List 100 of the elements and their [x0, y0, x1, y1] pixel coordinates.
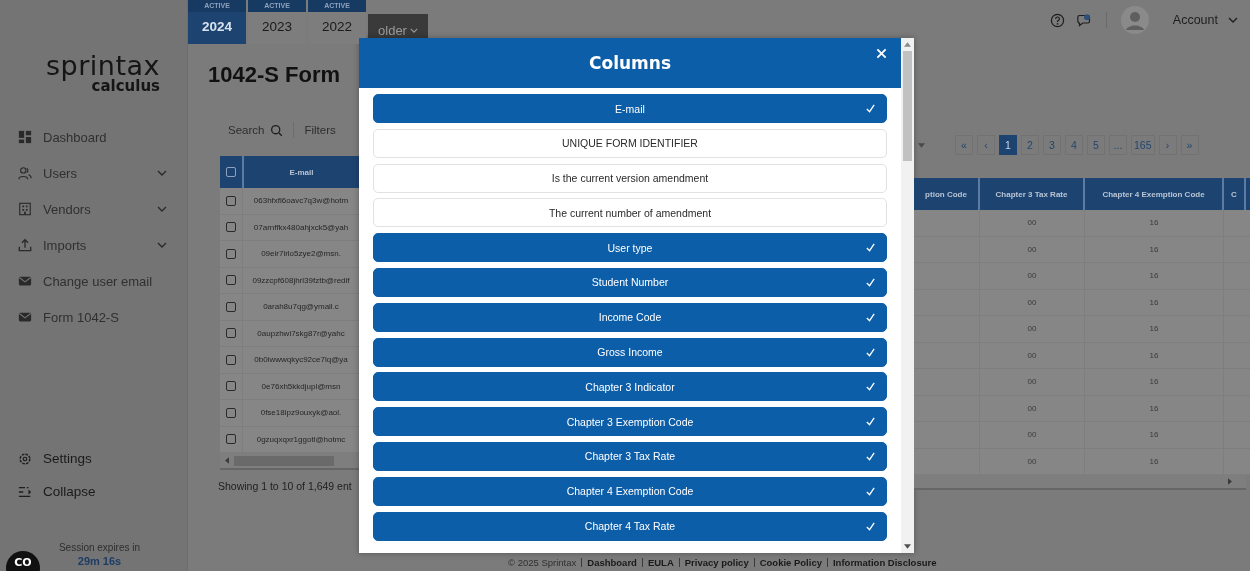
- scroll-right-icon[interactable]: [1228, 478, 1232, 485]
- select-all-checkbox[interactable]: [226, 167, 236, 177]
- page-button[interactable]: »: [1180, 135, 1199, 155]
- close-icon[interactable]: [876, 48, 887, 59]
- footer-link[interactable]: Privacy policy: [684, 556, 749, 568]
- check-icon: [865, 450, 876, 462]
- row-checkbox[interactable]: [226, 407, 236, 418]
- dialog-title: Columns: [589, 53, 671, 73]
- table-cell: 16: [1085, 289, 1224, 315]
- column-option[interactable]: Student Number: [373, 268, 887, 297]
- help-icon[interactable]: [1049, 12, 1065, 28]
- check-icon: [865, 416, 876, 428]
- nav-item[interactable]: Vendors: [0, 191, 187, 227]
- check-icon: [865, 103, 876, 114]
- grid-icon: [18, 130, 32, 144]
- search-button[interactable]: Search: [228, 124, 265, 136]
- column-option[interactable]: E-mail: [373, 94, 887, 123]
- table-cell-text: 0fse18ipz9ouxyk@aol.: [259, 407, 343, 420]
- page-button[interactable]: 1: [999, 135, 1017, 155]
- nav-item[interactable]: Collapse: [0, 475, 187, 508]
- caret-down-icon[interactable]: [918, 142, 925, 148]
- scroll-down-icon[interactable]: [904, 544, 911, 549]
- scroll-left-icon[interactable]: [225, 457, 229, 464]
- nav-item[interactable]: Users: [0, 155, 187, 191]
- table-cell: 16: [1085, 395, 1224, 421]
- table-cell: 16: [1085, 448, 1224, 474]
- footer-link[interactable]: Information Disclosure: [833, 556, 937, 568]
- column-option[interactable]: Is the current version amendment: [373, 163, 887, 193]
- row-checkbox[interactable]: [226, 381, 236, 392]
- page-button[interactable]: 165: [1131, 135, 1155, 155]
- column-option[interactable]: Income Code: [373, 302, 887, 332]
- nav-item[interactable]: Change user email: [0, 263, 187, 299]
- table-cell-text: 0b0iwwwqkyc92ce7lq@ya: [253, 354, 349, 367]
- search-icon[interactable]: [270, 123, 284, 137]
- users-icon: [18, 166, 32, 180]
- chat-widget-button[interactable]: CO: [6, 551, 40, 571]
- table-cell-text: 0arah8u7qg@ymail.c: [262, 301, 340, 314]
- row-checkbox[interactable]: [226, 195, 236, 206]
- check-icon: [865, 277, 876, 288]
- page-title: 1042-S Form: [208, 62, 342, 88]
- nav-item[interactable]: Imports: [0, 227, 187, 263]
- page-button[interactable]: ‹: [977, 135, 995, 155]
- footer-link[interactable]: EULA: [647, 556, 674, 568]
- chat-icon[interactable]: [1076, 12, 1092, 28]
- row-checkbox[interactable]: [226, 354, 236, 365]
- envelope-icon: [18, 310, 32, 324]
- column-option[interactable]: Chapter 4 Exemption Code: [373, 476, 887, 506]
- row-checkbox[interactable]: [226, 222, 236, 233]
- column-option[interactable]: Chapter 3 Tax Rate: [373, 441, 887, 471]
- chevron-down-icon[interactable]: [1228, 17, 1238, 23]
- horizontal-scrollbar[interactable]: [220, 453, 359, 470]
- page-button[interactable]: ›: [1158, 135, 1177, 155]
- nav-item[interactable]: Dashboard: [0, 119, 187, 155]
- column-option[interactable]: UNIQUE FORM IDENTIFIER: [373, 128, 887, 158]
- column-option[interactable]: Gross Income: [373, 337, 887, 367]
- table-cell: 16: [1085, 236, 1224, 262]
- table-cell: 16: [1085, 210, 1224, 236]
- table-cell: 16: [1085, 342, 1224, 368]
- account-menu[interactable]: Account: [1172, 13, 1218, 27]
- footer-link[interactable]: Cookie Policy: [759, 556, 822, 568]
- row-checkbox[interactable]: [226, 328, 236, 339]
- footer-link[interactable]: Dashboard: [587, 556, 637, 568]
- row-checkbox[interactable]: [226, 301, 236, 312]
- table-cell-text: 0e76xh5kkdjupl@msn: [260, 380, 342, 393]
- table-cell-text: 0gzuqxqxr1ggotl@hotmc: [255, 433, 347, 446]
- table-cell: 16: [1085, 422, 1224, 448]
- logo-text: sprintax: [45, 52, 160, 79]
- column-option[interactable]: Chapter 3 Indicator: [373, 372, 887, 402]
- table-cell-text: 09eir7lrlo5zye2@msn.: [260, 248, 342, 261]
- column-option[interactable]: The current number of amendment: [373, 198, 887, 228]
- check-icon: [865, 381, 876, 393]
- check-icon: [865, 346, 876, 358]
- table-cell-text: 07arnffkx480ahjxck5@yah: [252, 221, 350, 234]
- collapse-icon: [18, 484, 32, 499]
- column-option[interactable]: User type: [373, 233, 887, 263]
- row-checkbox[interactable]: [226, 434, 236, 445]
- table-cell: 16: [1085, 369, 1224, 395]
- column-option[interactable]: Chapter 4 Tax Rate: [373, 511, 887, 541]
- page-button[interactable]: ...: [1109, 135, 1127, 155]
- nav-item[interactable]: Form 1042-S: [0, 299, 187, 335]
- vertical-scrollbar[interactable]: [901, 38, 914, 553]
- page-button[interactable]: 5: [1087, 135, 1105, 155]
- scrollbar-thumb[interactable]: [903, 51, 912, 161]
- table-cell-text: 09zzcpf608jhrl39fztb@redif: [251, 274, 351, 287]
- check-icon: [865, 485, 876, 497]
- page-button[interactable]: «: [955, 135, 973, 155]
- page-button[interactable]: 4: [1065, 135, 1083, 155]
- page-button[interactable]: 2: [1021, 135, 1039, 155]
- column-option[interactable]: Chapter 3 Exemption Code: [373, 407, 887, 437]
- page-button[interactable]: 3: [1043, 135, 1061, 155]
- row-checkbox[interactable]: [226, 248, 236, 259]
- row-checkbox[interactable]: [226, 275, 236, 286]
- check-icon: [865, 242, 876, 254]
- nav-item[interactable]: Settings: [0, 442, 187, 475]
- table-cell: 16: [1085, 316, 1224, 342]
- session-label: Session expires in: [58, 542, 141, 553]
- filters-button[interactable]: Filters: [304, 124, 336, 136]
- settings-icon: [18, 451, 32, 466]
- scroll-up-icon[interactable]: [904, 42, 911, 47]
- entries-summary: Showing 1 to 10 of 1,649 ent: [218, 480, 353, 492]
